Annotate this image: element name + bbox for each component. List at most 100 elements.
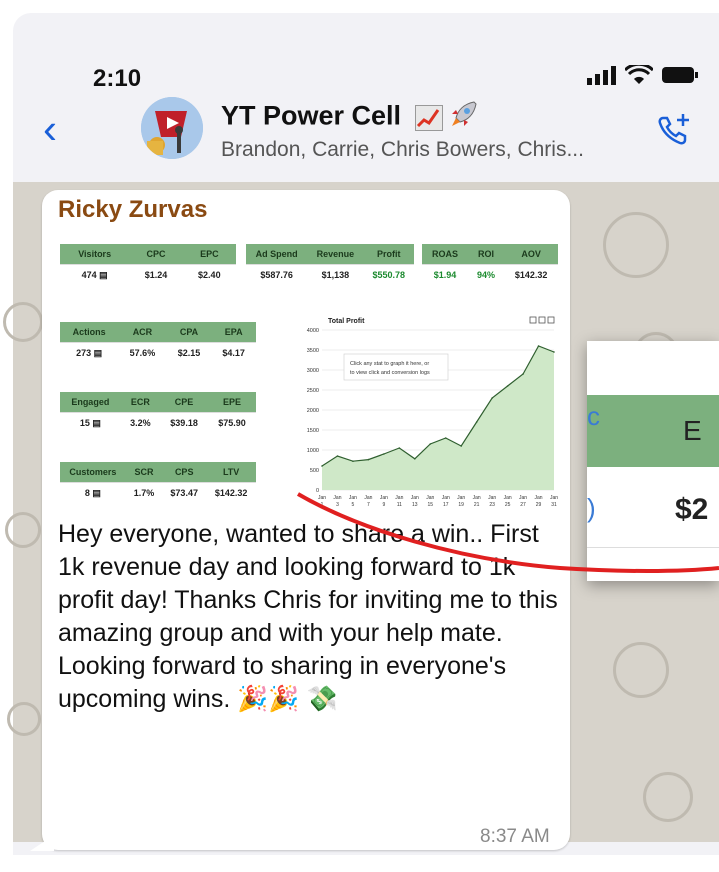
table-header: ACR [118, 322, 167, 343]
data-point [383, 453, 385, 455]
table-cell: $4.17 [211, 342, 256, 363]
table-header: CPA [166, 322, 212, 343]
overlay-divider [587, 547, 719, 548]
group-members[interactable]: Brandon, Carrie, Chris Bowers, Chris... [221, 138, 584, 162]
group-avatar[interactable] [141, 97, 203, 159]
y-tick-label: 500 [310, 468, 319, 474]
battery-icon [662, 67, 698, 83]
table-cell: $587.76 [246, 264, 308, 285]
x-tick-label: 29 [536, 502, 542, 508]
x-tick-label: Jan [442, 495, 450, 501]
table-header: Engaged [60, 392, 121, 413]
x-tick-label: 17 [443, 502, 449, 508]
x-tick-label: 23 [489, 502, 495, 508]
rocket-icon [450, 100, 478, 135]
table-cell: 1.7% [125, 482, 163, 503]
metrics-table-customers: Customers SCR CPS LTV 8 ▤ 1.7% $73.47 $142.32 [60, 462, 256, 503]
x-tick-label: Jan [318, 495, 326, 501]
profit-chart[interactable]: 05001000150020002500300035004000Jan1Jan3… [292, 314, 562, 512]
table-cell: 15 ▤ [60, 412, 121, 433]
y-tick-label: 3000 [307, 368, 319, 374]
group-title[interactable]: YT Power Cell [221, 100, 478, 135]
table-header: ROI [467, 244, 505, 265]
chart-note-line: Click any stat to graph it here, or [350, 361, 429, 367]
x-tick-label: 15 [427, 502, 433, 508]
message-text[interactable]: Hey everyone, wanted to share a win.. Fi… [58, 518, 558, 716]
x-tick-label: Jan [519, 495, 527, 501]
metrics-table-actions: Actions ACR CPA EPA 273 ▤ 57.6% $2.15 $4.17 [60, 322, 256, 363]
data-point [506, 385, 509, 387]
y-tick-label: 1500 [307, 428, 319, 434]
x-tick-label: 7 [367, 502, 370, 508]
table-header: Profit [363, 244, 414, 265]
data-point [398, 447, 401, 449]
x-tick-label: 11 [397, 502, 402, 508]
table-header: AOV [504, 244, 558, 265]
metrics-table-finance: Ad Spend Revenue Profit $587.76 $1,138 $550.… [246, 244, 414, 285]
x-tick-label: 5 [352, 502, 355, 508]
chart-title: Total Profit [328, 318, 365, 325]
x-tick-label: 27 [520, 502, 526, 508]
y-tick-label: 3500 [307, 348, 319, 354]
table-header: Revenue [307, 244, 364, 265]
x-tick-label: 19 [458, 502, 464, 508]
x-tick-label: Jan [333, 495, 341, 501]
dashboard-image[interactable]: Visitors CPC EPC 474 ▤ $1.24 $2.40 Ad Spend R… [50, 232, 562, 512]
table-cell: $75.90 [208, 412, 256, 433]
table-header: LTV [206, 462, 256, 483]
y-tick-label: 4000 [307, 328, 319, 334]
group-name: YT Power Cell [221, 100, 402, 131]
table-cell: 94% [467, 264, 505, 285]
back-button[interactable]: ‹ [43, 108, 57, 150]
table-header: Actions [60, 322, 119, 343]
x-tick-label: Jan [349, 495, 357, 501]
chart-emoji-icon [414, 104, 443, 131]
add-call-button[interactable] [655, 112, 691, 153]
x-tick-label: Jan [364, 495, 372, 501]
x-tick-label: 9 [382, 502, 385, 508]
table-cell: $1.24 [129, 264, 183, 285]
data-point [336, 455, 339, 457]
x-tick-label: Jan [411, 495, 419, 501]
overlay-header-letter: E [683, 415, 702, 446]
table-cell: 273 ▤ [60, 342, 119, 363]
table-cell: $1,138 [307, 264, 364, 285]
table-header: SCR [125, 462, 163, 483]
data-point [429, 443, 432, 445]
x-tick-label: 13 [412, 502, 418, 508]
x-tick-label: 1 [321, 502, 324, 508]
x-tick-label: Jan [457, 495, 465, 501]
x-tick-label: 31 [551, 502, 557, 508]
data-point [321, 465, 323, 467]
table-header: ROAS [422, 244, 468, 265]
x-tick-label: Jan [473, 495, 481, 501]
table-cell: $2.40 [182, 264, 236, 285]
data-point [475, 421, 478, 423]
x-tick-label: 21 [474, 502, 480, 508]
data-point [537, 345, 540, 347]
chart-note-line: to view click and conversion logs [350, 370, 430, 376]
x-tick-label: Jan [395, 495, 403, 501]
message-time: 8:37 AM [480, 826, 550, 847]
metrics-table-traffic: Visitors CPC EPC 474 ▤ $1.24 $2.40 [60, 244, 236, 285]
chart-tooltip [343, 353, 449, 381]
table-header: EPA [211, 322, 256, 343]
table-header: Visitors [60, 244, 130, 265]
table-cell: $2.15 [166, 342, 212, 363]
table-cell: 57.6% [118, 342, 167, 363]
x-tick-label: Jan [550, 495, 558, 501]
wifi-icon [625, 65, 653, 84]
table-header: ECR [120, 392, 161, 413]
data-point [460, 445, 462, 447]
table-header: EPE [208, 392, 256, 413]
sender-name[interactable]: Ricky Zurvas [58, 196, 207, 224]
x-tick-label: Jan [488, 495, 496, 501]
table-header: CPC [129, 244, 183, 265]
chat-header: ‹ YT Power Cell Brandon, Carrie, Chris B… [13, 86, 719, 182]
overlay-left-fragment-2: ) [587, 493, 596, 523]
table-cell: $1.94 [422, 264, 468, 285]
y-tick-label: 2500 [307, 388, 319, 394]
phone-plus-icon [658, 114, 689, 145]
table-header: EPC [182, 244, 236, 265]
x-tick-label: Jan [535, 495, 543, 501]
